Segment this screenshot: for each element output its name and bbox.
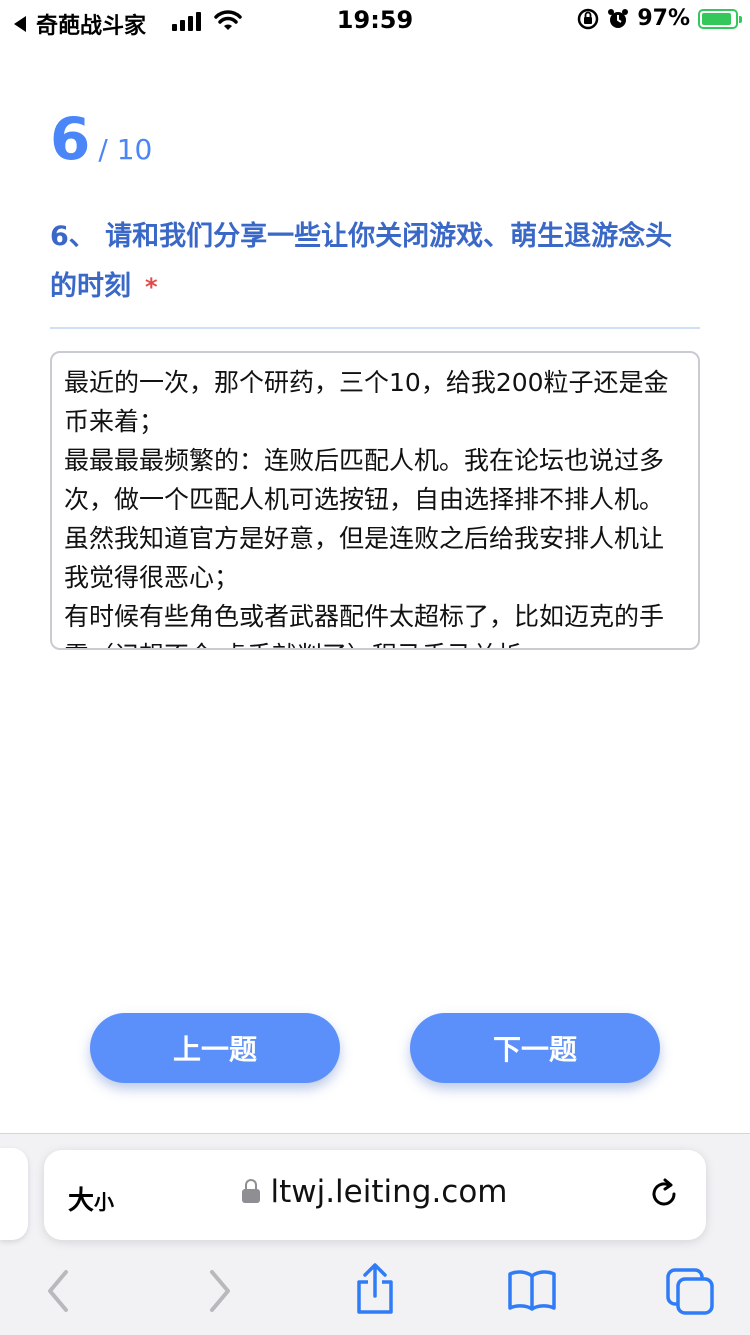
battery-icon (698, 8, 742, 29)
browser-toolbar (0, 1262, 750, 1322)
question-title: 6、 请和我们分享一些让你关闭游戏、萌生退游念头的时刻 * (50, 212, 690, 312)
previous-tab-peek[interactable] (0, 1148, 28, 1240)
current-question-number: 6 (50, 105, 91, 173)
bookmarks-icon[interactable] (506, 1268, 558, 1312)
chevron-right-icon[interactable] (204, 1268, 236, 1314)
divider (50, 327, 700, 329)
question-text: 6、 请和我们分享一些让你关闭游戏、萌生退游念头的时刻 (50, 221, 673, 302)
required-mark: * (145, 273, 158, 301)
next-question-button[interactable]: 下一题 (410, 1013, 660, 1083)
address-bar[interactable]: 大小 ltwj.leiting.com (44, 1150, 706, 1240)
question-progress: 6/ 10 (50, 110, 152, 168)
battery-percent: 97% (637, 6, 690, 31)
orientation-lock-icon (578, 8, 599, 29)
reload-icon[interactable] (648, 1178, 680, 1210)
lock-icon (242, 1179, 261, 1203)
total-questions: / 10 (98, 133, 153, 166)
alarm-icon (608, 8, 629, 28)
chevron-left-icon[interactable] (42, 1268, 74, 1314)
tabs-icon[interactable] (664, 1266, 716, 1316)
answer-textarea[interactable]: 最近的一次，那个研药，三个10，给我200粒子还是金币来着； 最最最最频繁的：连… (50, 351, 700, 650)
share-icon[interactable] (352, 1262, 398, 1316)
url-text: ltwj.leiting.com (270, 1174, 508, 1210)
previous-question-button[interactable]: 上一题 (90, 1013, 340, 1083)
status-bar: 奇葩战斗家 19:59 97% (0, 0, 750, 44)
